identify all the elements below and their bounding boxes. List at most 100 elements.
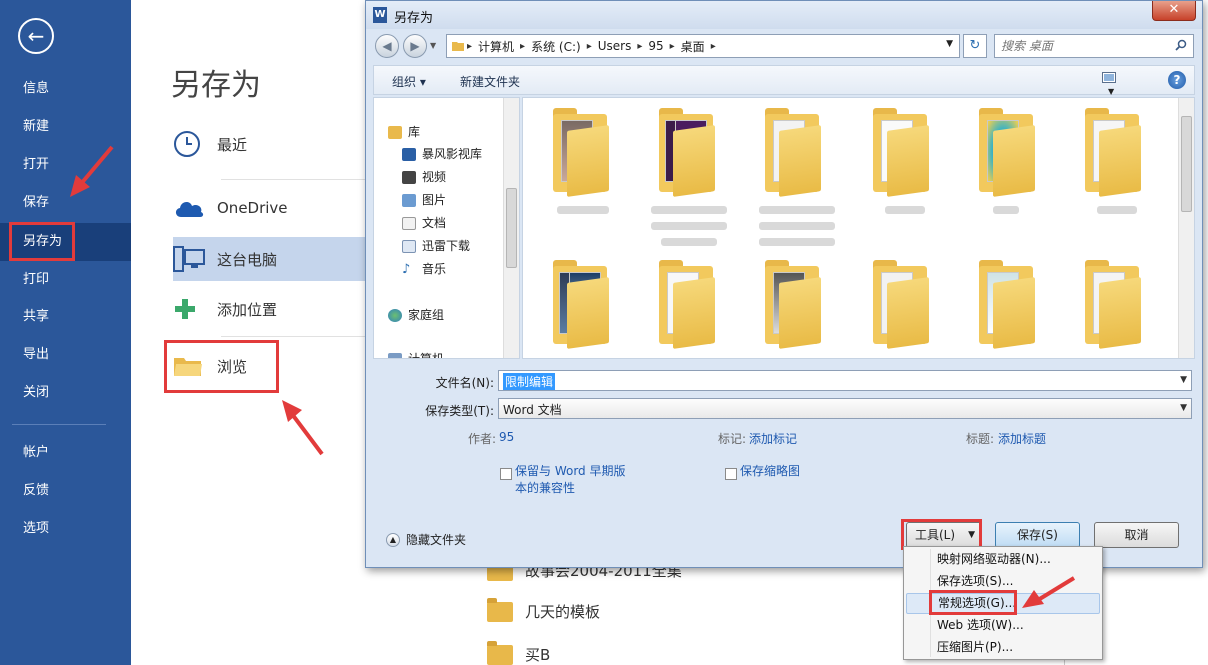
- address-bar[interactable]: ▸ 计算机 ▸ 系统 (C:) ▸ Users ▸ 95 ▸ 桌面 ▸ ▼: [446, 34, 960, 58]
- filename-input[interactable]: 限制编辑 ▼: [498, 370, 1192, 391]
- breadcrumb-item[interactable]: 桌面: [681, 38, 705, 55]
- music-icon: ♪: [402, 261, 411, 277]
- organize-button[interactable]: 组织 ▾: [392, 73, 426, 90]
- recent-folder-label: 买B: [525, 646, 551, 664]
- place-onedrive[interactable]: OneDrive: [173, 186, 368, 230]
- back-arrow-icon[interactable]: ←: [18, 18, 54, 54]
- menu-item-web-options[interactable]: Web 选项(W)...: [906, 615, 1100, 636]
- folder-icon: [452, 42, 464, 51]
- recent-folder[interactable]: 买B: [487, 640, 551, 665]
- nav-feedback[interactable]: 反馈: [0, 472, 131, 510]
- chevron-down-icon[interactable]: ▼: [1108, 87, 1114, 96]
- tree-item-pictures[interactable]: 图片: [402, 190, 446, 210]
- search-input[interactable]: [1001, 38, 1171, 54]
- download-icon: [402, 239, 416, 253]
- title-link[interactable]: 添加标题: [998, 430, 1046, 447]
- search-icon[interactable]: [1175, 39, 1187, 51]
- folder-item[interactable]: [1079, 258, 1145, 349]
- thumbnail-checkbox[interactable]: [725, 468, 737, 480]
- tree-item-computer[interactable]: 计算机: [388, 349, 445, 359]
- chevron-down-icon[interactable]: ▼: [946, 39, 953, 49]
- folder-item[interactable]: [867, 258, 933, 349]
- menu-item-compress-pictures[interactable]: 压缩图片(P)...: [906, 637, 1100, 658]
- thumbnail-checkbox-label[interactable]: 保存缩略图: [740, 463, 800, 480]
- nav-info[interactable]: 信息: [0, 70, 131, 108]
- filetype-select[interactable]: Word 文档 ▼: [498, 398, 1192, 419]
- compat-checkbox[interactable]: [500, 468, 512, 480]
- author-value[interactable]: 95: [499, 430, 514, 444]
- breadcrumb-item[interactable]: 95: [648, 39, 663, 53]
- menu-item-map-network-drive[interactable]: 映射网络驱动器(N)...: [906, 549, 1100, 570]
- chevron-down-icon[interactable]: ▼: [1180, 403, 1187, 413]
- tree-item-library[interactable]: 库: [388, 122, 420, 142]
- tree-item-thunder-download[interactable]: 迅雷下载: [402, 236, 470, 256]
- recent-folder[interactable]: 几天的模板: [487, 597, 601, 622]
- compat-checkbox-label[interactable]: 保留与 Word 早期版 本的兼容性: [515, 463, 625, 497]
- hide-folders-button[interactable]: ▲ 隐藏文件夹: [386, 531, 466, 548]
- folder-item[interactable]: [867, 106, 933, 197]
- breadcrumb-item[interactable]: 计算机: [478, 38, 514, 55]
- scroll-thumb[interactable]: [506, 188, 517, 268]
- view-options-button[interactable]: ▼: [1102, 72, 1130, 96]
- nav-close[interactable]: 关闭: [0, 374, 131, 412]
- cancel-button[interactable]: 取消: [1094, 522, 1179, 548]
- nav-print[interactable]: 打印: [0, 261, 131, 299]
- back-arrow-icon[interactable]: ◀: [375, 34, 399, 58]
- folder-item[interactable]: [759, 258, 825, 349]
- folder-item[interactable]: [973, 258, 1039, 349]
- place-recent[interactable]: 最近: [173, 122, 368, 166]
- tree-item-homegroup[interactable]: 家庭组: [388, 305, 444, 325]
- folder-item[interactable]: [547, 258, 613, 349]
- new-folder-button[interactable]: 新建文件夹: [460, 73, 520, 90]
- nav-new[interactable]: 新建: [0, 108, 131, 146]
- folder-item[interactable]: [653, 258, 719, 349]
- nav-export[interactable]: 导出: [0, 336, 131, 374]
- filename-value[interactable]: 限制编辑: [503, 373, 556, 390]
- place-label: OneDrive: [217, 199, 288, 217]
- chevron-right-icon[interactable]: ▸: [467, 41, 472, 52]
- chevron-right-icon[interactable]: ▸: [587, 41, 592, 52]
- chevron-right-icon[interactable]: ▸: [637, 41, 642, 52]
- folder-item[interactable]: [1079, 106, 1145, 197]
- refresh-button[interactable]: ↻: [963, 34, 987, 58]
- folder-item[interactable]: [653, 106, 719, 197]
- dialog-titlebar[interactable]: W 另存为 ✕: [366, 1, 1202, 29]
- filetype-label: 保存类型(T):: [425, 404, 494, 418]
- chevron-right-icon[interactable]: ▸: [670, 41, 675, 52]
- folder-item[interactable]: [547, 106, 613, 197]
- navigation-scrollbar[interactable]: [503, 98, 519, 358]
- search-box[interactable]: [994, 34, 1194, 58]
- forward-arrow-icon[interactable]: ▶: [403, 34, 427, 58]
- breadcrumb-item[interactable]: Users: [598, 39, 632, 53]
- breadcrumb-item[interactable]: 系统 (C:): [531, 38, 581, 55]
- history-dropdown-icon[interactable]: ▼: [430, 41, 436, 50]
- place-this-pc[interactable]: 这台电脑: [173, 237, 373, 281]
- tree-item-videos[interactable]: 视频: [402, 167, 446, 187]
- place-add-location[interactable]: 添加位置: [173, 287, 368, 331]
- tree-item-documents[interactable]: 文档: [402, 213, 446, 233]
- tree-item-music[interactable]: ♪ 音乐: [402, 259, 446, 279]
- close-button[interactable]: ✕: [1152, 1, 1196, 21]
- save-button[interactable]: 保存(S): [995, 522, 1080, 548]
- folder-item[interactable]: [759, 106, 825, 197]
- nav-account[interactable]: 帐户: [0, 434, 131, 472]
- nav-share[interactable]: 共享: [0, 298, 131, 336]
- filename-label: 文件名(N):: [435, 376, 494, 390]
- page-title: 另存为: [171, 68, 261, 103]
- scroll-thumb[interactable]: [1181, 116, 1192, 212]
- tree-item-label: 计算机: [408, 352, 445, 359]
- recent-folder-label: 几天的模板: [525, 603, 601, 621]
- file-list-scrollbar[interactable]: [1178, 98, 1194, 358]
- folder-item[interactable]: [973, 106, 1039, 197]
- chevron-right-icon[interactable]: ▸: [520, 41, 525, 52]
- help-icon[interactable]: ?: [1168, 71, 1186, 89]
- place-label: 添加位置: [217, 300, 278, 319]
- tree-item-storm-video[interactable]: 暴风影视库: [402, 144, 482, 164]
- chevron-right-icon[interactable]: ▸: [711, 41, 716, 52]
- tags-label: 标记:: [718, 432, 747, 446]
- blurred-label: [557, 206, 609, 214]
- plus-icon: [173, 294, 217, 324]
- nav-options[interactable]: 选项: [0, 510, 131, 548]
- tags-link[interactable]: 添加标记: [749, 430, 797, 447]
- chevron-down-icon[interactable]: ▼: [1180, 375, 1187, 385]
